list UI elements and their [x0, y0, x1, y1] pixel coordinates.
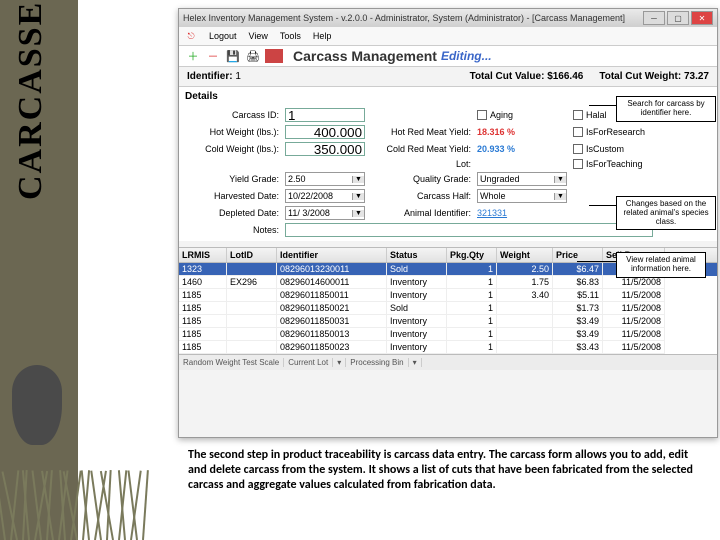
chevron-down-icon: ▼ [352, 176, 364, 183]
cat-silhouette [12, 365, 62, 445]
logout-icon[interactable]: ⎋ [185, 30, 197, 42]
table-row[interactable]: 118508296011850021Sold1$1.7311/5/2008 [179, 302, 717, 315]
minimize-button[interactable]: ─ [643, 11, 665, 25]
window-title: Helex Inventory Management System - v.2.… [183, 13, 625, 23]
close-button[interactable]: ✕ [691, 11, 713, 25]
identifier-value: 1 [235, 71, 241, 82]
toolbar: ＋ － 💾 🖨 Carcass Management Editing... [179, 45, 717, 67]
chevron-down-icon: ▼ [352, 210, 364, 217]
chevron-down-icon: ▼ [352, 193, 364, 200]
notes-input[interactable] [285, 223, 653, 237]
cold-red-meat-yield: 20.933 % [477, 144, 567, 154]
total-cut-value: $166.46 [547, 71, 583, 82]
statusbar: Random Weight Test Scale Current Lot ▾ P… [179, 354, 717, 370]
quality-grade-combo[interactable]: Ungraded▼ [477, 172, 567, 186]
status-lot: Current Lot [288, 358, 333, 367]
depleted-date-picker[interactable]: 11/ 3/2008▼ [285, 206, 365, 220]
callout-species: Changes based on the related animal's sp… [616, 196, 716, 230]
animal-identifier-link[interactable]: 321331 [477, 208, 507, 218]
delete-button[interactable]: － [205, 48, 221, 64]
menu-help[interactable]: Help [313, 31, 332, 41]
slide-caption: The second step in product traceability … [188, 448, 700, 493]
report-button[interactable] [265, 49, 283, 63]
grass-decoration [0, 460, 180, 540]
summary-bar: Identifier: 1 Total Cut Value: $166.46 T… [179, 67, 717, 86]
callout-animal: View related animal information here. [616, 252, 706, 278]
table-row[interactable]: 1460EX29608296014600011Inventory11.75$6.… [179, 276, 717, 289]
iscustom-checkbox[interactable] [573, 144, 583, 154]
hot-red-meat-yield: 18.316 % [477, 127, 567, 137]
chevron-down-icon: ▼ [554, 176, 566, 183]
menu-view[interactable]: View [249, 31, 268, 41]
table-row[interactable]: 118508296011850011Inventory13.40$5.1111/… [179, 289, 717, 302]
chevron-down-icon: ▼ [554, 193, 566, 200]
titlebar[interactable]: Helex Inventory Management System - v.2.… [179, 9, 717, 27]
menu-logout[interactable]: Logout [209, 31, 237, 41]
cold-weight-input[interactable] [285, 142, 365, 156]
slide-sidebar: CARCASSES [0, 0, 78, 540]
maximize-button[interactable]: ▢ [667, 11, 689, 25]
yield-grade-combo[interactable]: 2.50▼ [285, 172, 365, 186]
menubar: ⎋ Logout View Tools Help [179, 27, 717, 45]
table-row[interactable]: 118508296011850013Inventory1$3.4911/5/20… [179, 328, 717, 341]
isforresearch-checkbox[interactable] [573, 127, 583, 137]
aging-checkbox[interactable] [477, 110, 487, 120]
status-scale: Random Weight Test Scale [183, 358, 284, 367]
halal-checkbox[interactable] [573, 110, 583, 120]
harvested-date-picker[interactable]: 10/22/2008▼ [285, 189, 365, 203]
table-row[interactable]: 118508296011850023Inventory1$3.4311/5/20… [179, 341, 717, 354]
print-button[interactable]: 🖨 [245, 48, 261, 64]
add-button[interactable]: ＋ [185, 48, 201, 64]
save-button[interactable]: 💾 [225, 48, 241, 64]
carcass-half-combo[interactable]: Whole▼ [477, 189, 567, 203]
callout-search: Search for carcass by identifier here. [616, 96, 716, 122]
menu-tools[interactable]: Tools [280, 31, 301, 41]
side-title: CARCASSES [12, 0, 50, 200]
form-title: Carcass Management [293, 48, 437, 64]
carcass-id-input[interactable] [285, 108, 365, 122]
total-cut-weight: 73.27 [684, 71, 709, 82]
status-bin: Processing Bin [350, 358, 408, 367]
hot-weight-input[interactable] [285, 125, 365, 139]
isforteaching-checkbox[interactable] [573, 159, 583, 169]
table-row[interactable]: 118508296011850031Inventory1$3.4911/5/20… [179, 315, 717, 328]
editing-status: Editing... [441, 49, 492, 63]
